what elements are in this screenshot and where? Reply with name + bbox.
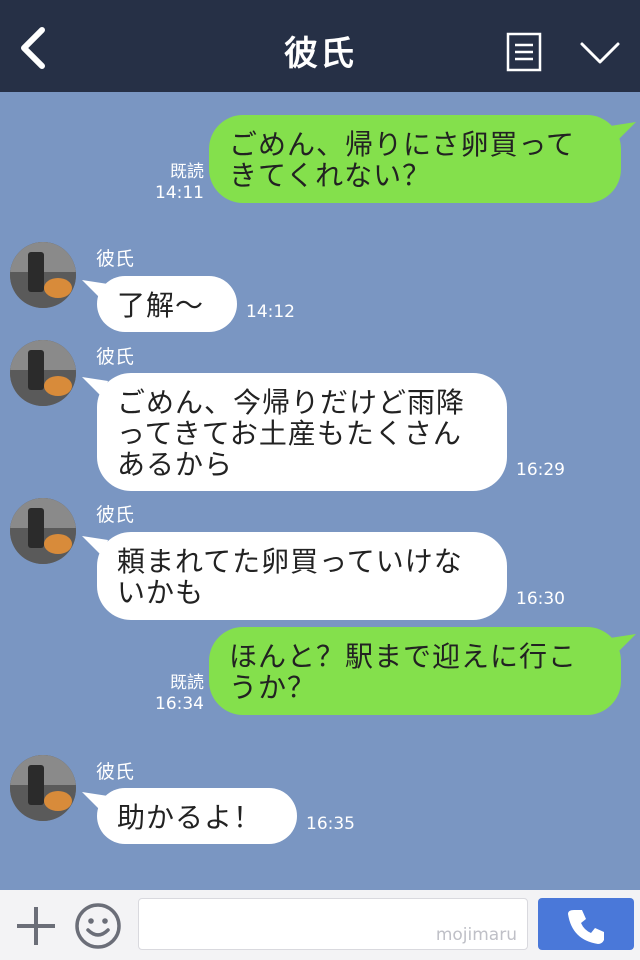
sender-name: 彼氏 — [96, 346, 135, 368]
avatar[interactable] — [10, 340, 76, 406]
sender-name: 彼氏 — [96, 504, 135, 526]
bubble-tail — [82, 792, 108, 812]
avatar[interactable] — [10, 242, 76, 308]
my-message-bubble[interactable]: ごめん、帰りにさ卵買って きてくれない？ — [209, 115, 621, 203]
their-message-bubble[interactable]: ごめん、今帰りだけど雨降 ってきてお土産もたくさん あるから — [97, 373, 507, 491]
my-message-bubble[interactable]: ほんと？駅まで迎えに行こ うか？ — [209, 627, 621, 715]
their-message-bubble[interactable]: 了解〜 — [97, 276, 237, 332]
bubble-tail — [610, 122, 636, 142]
bubble-tail — [82, 280, 108, 300]
their-message-bubble[interactable]: 助かるよ！ — [97, 788, 297, 844]
notes-icon[interactable] — [506, 32, 542, 72]
chat-title: 彼氏 — [284, 34, 356, 74]
plus-icon[interactable] — [14, 904, 58, 948]
chat-header: 彼氏 — [0, 0, 640, 92]
chevron-down-icon[interactable] — [578, 38, 622, 68]
bubble-tail — [610, 634, 636, 654]
message-input[interactable]: mojimaru — [138, 898, 528, 950]
their-message-bubble[interactable]: 頼まれてた卵買っていけな いかも — [97, 532, 507, 620]
smiley-icon[interactable] — [74, 902, 122, 950]
bubble-tail — [82, 536, 108, 556]
avatar[interactable] — [10, 498, 76, 564]
sender-name: 彼氏 — [96, 248, 135, 270]
bubble-tail — [82, 377, 108, 397]
message-time: 16:29 — [516, 460, 565, 480]
read-receipt: 既読 16:34 — [155, 673, 204, 714]
call-button[interactable] — [538, 898, 634, 950]
sender-name: 彼氏 — [96, 761, 135, 783]
watermark-text: mojimaru — [435, 925, 517, 945]
avatar[interactable] — [10, 755, 76, 821]
message-time: 16:35 — [306, 814, 355, 834]
message-time: 14:12 — [246, 302, 295, 322]
phone-icon — [568, 910, 604, 944]
message-time: 16:30 — [516, 589, 565, 609]
read-receipt: 既読 14:11 — [155, 162, 204, 203]
